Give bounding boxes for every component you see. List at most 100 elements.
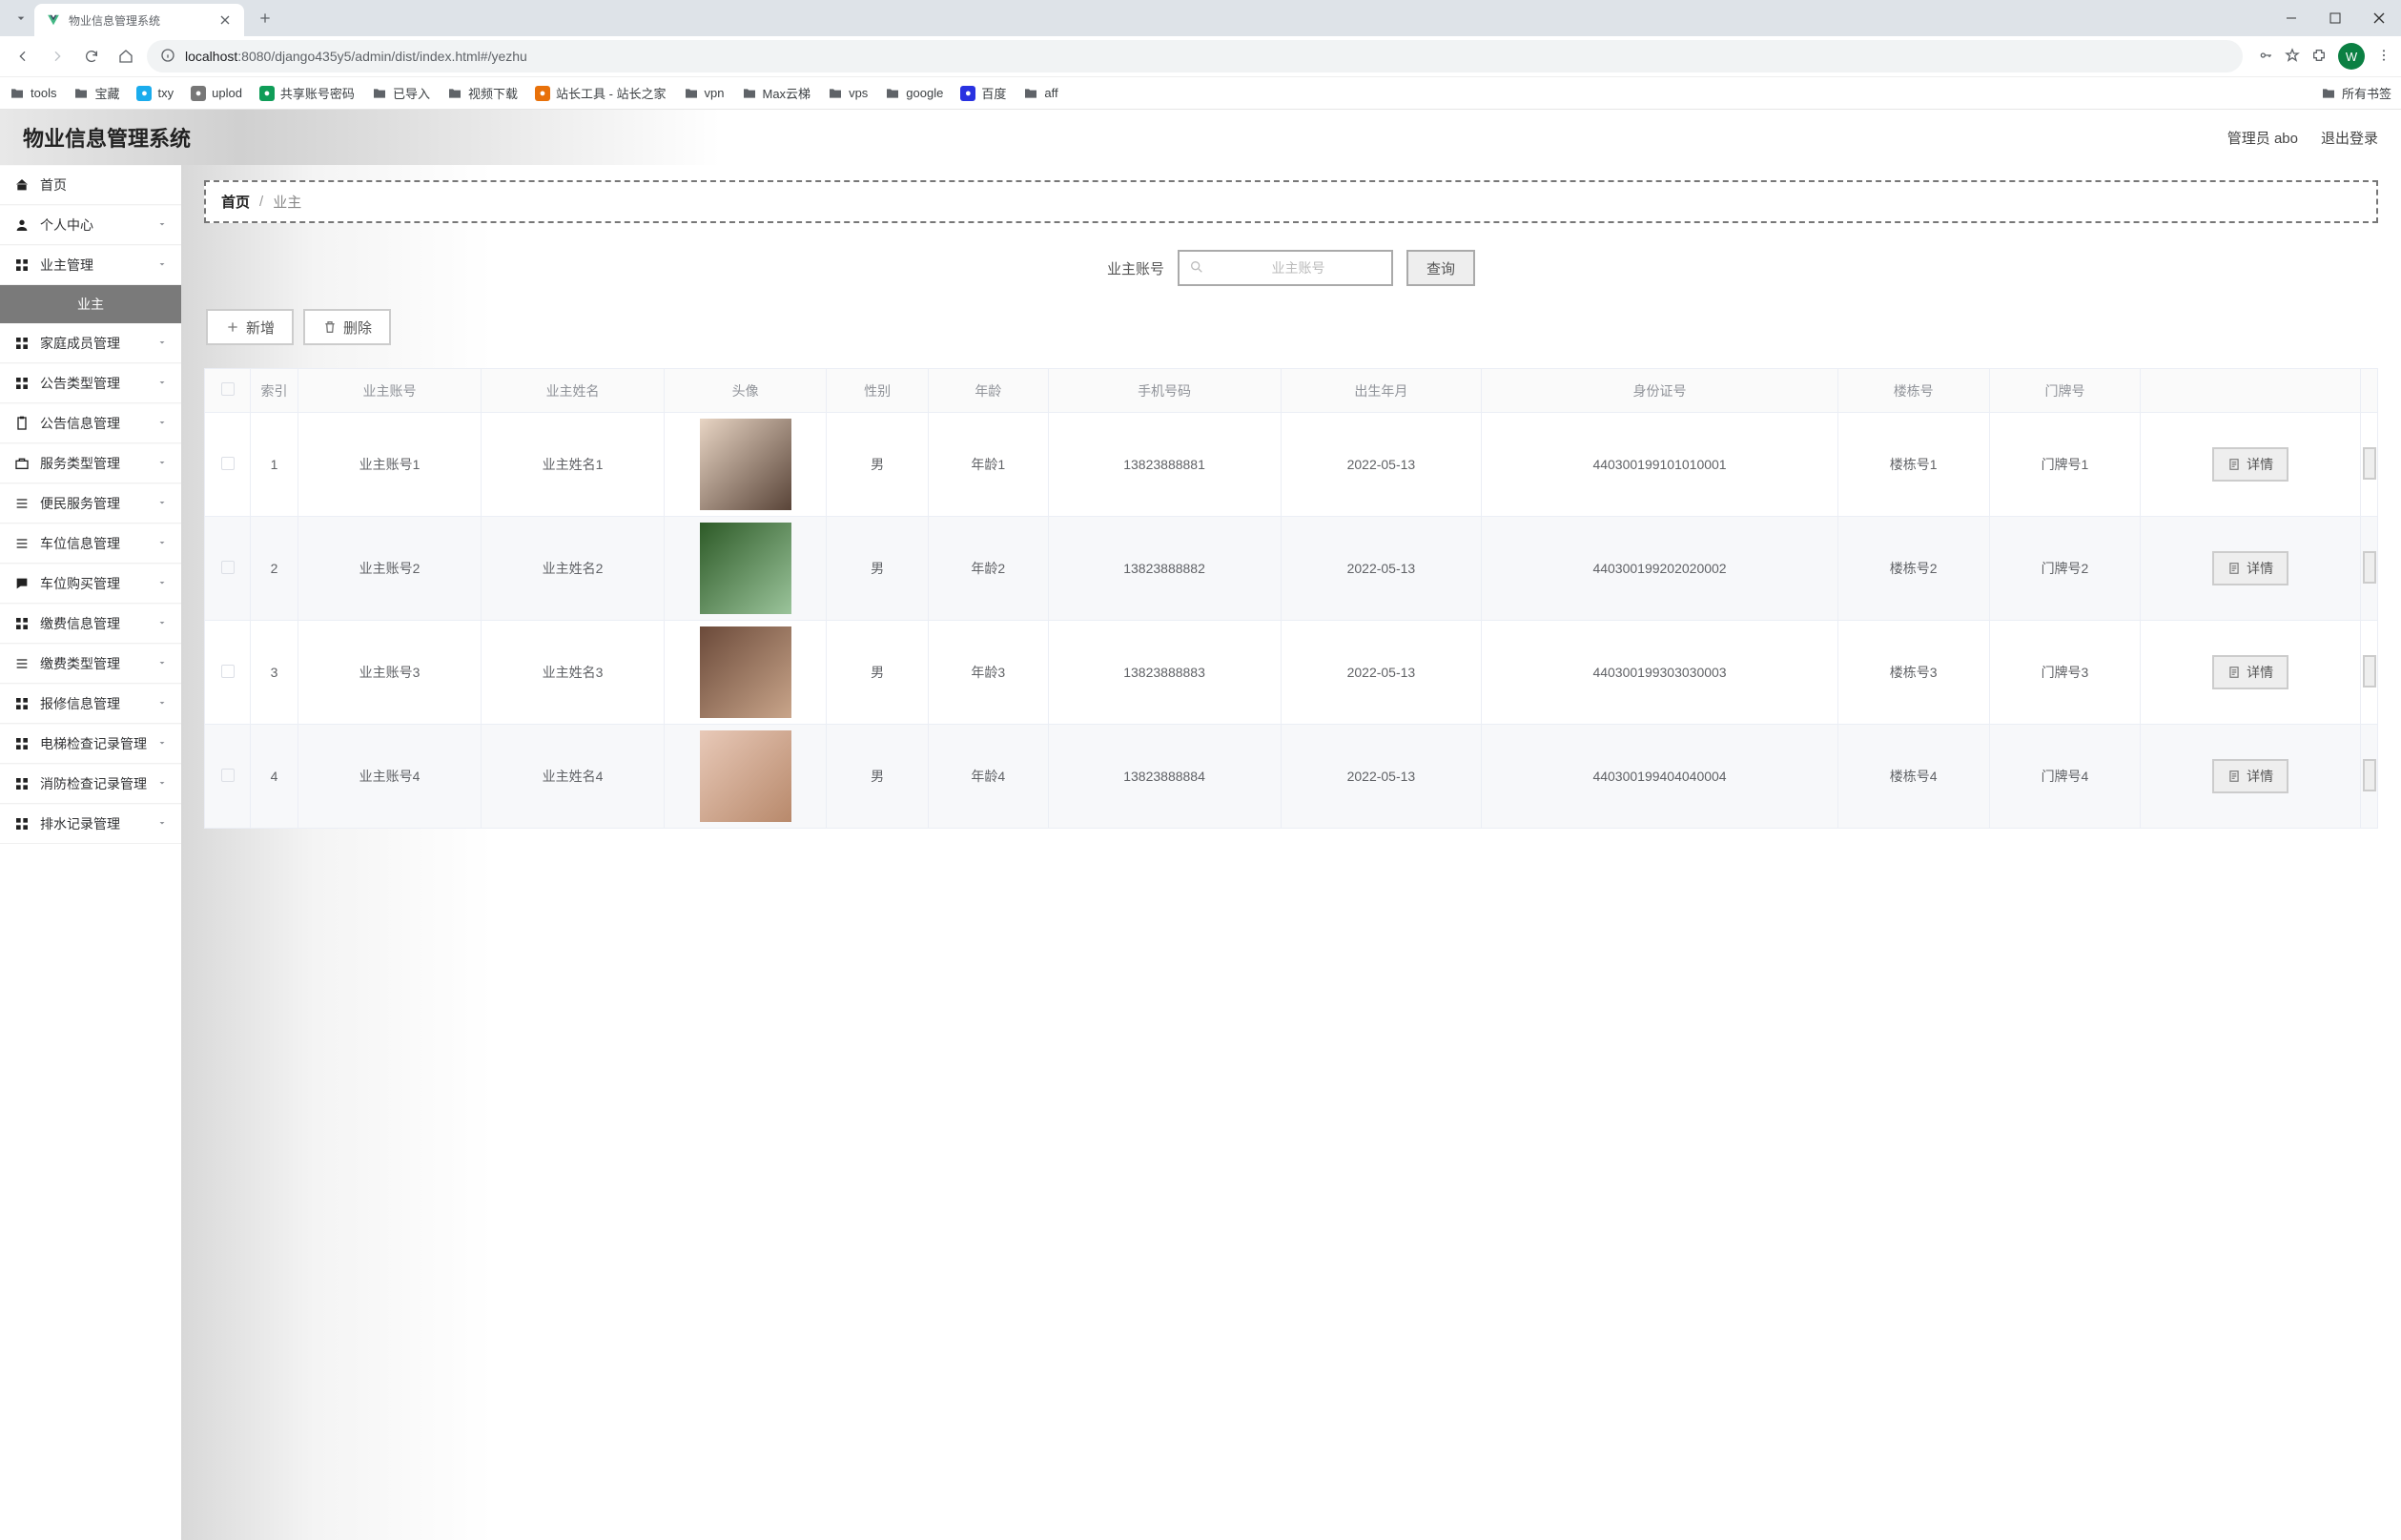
sidebar-item-label: 缴费信息管理 <box>40 614 120 633</box>
nav-forward-button[interactable] <box>44 43 71 70</box>
browser-tab-active[interactable]: 物业信息管理系统 <box>34 4 244 36</box>
row-checkbox[interactable] <box>221 665 235 678</box>
nav-back-button[interactable] <box>10 43 36 70</box>
bookmark-item[interactable]: tools <box>10 86 56 101</box>
bookmark-star-button[interactable] <box>2285 48 2300 66</box>
chevron-down-icon <box>156 816 168 832</box>
sidebar-item[interactable]: 车位购买管理 <box>0 564 181 604</box>
detail-button[interactable]: 详情 <box>2212 447 2288 482</box>
admin-label[interactable]: 管理员 abo <box>2227 128 2298 148</box>
profile-avatar[interactable]: W <box>2338 43 2365 70</box>
cell-name: 业主姓名4 <box>482 725 665 829</box>
maximize-button[interactable] <box>2313 0 2357 36</box>
bookmark-item[interactable]: google <box>885 86 943 101</box>
col-building: 楼栋号 <box>1837 369 1989 413</box>
bookmark-item[interactable]: vps <box>828 86 868 101</box>
bookmark-item[interactable]: ●uplod <box>191 86 242 101</box>
chevron-down-icon <box>156 336 168 351</box>
bookmark-item[interactable]: vpn <box>684 86 725 101</box>
delete-button[interactable]: 删除 <box>303 309 391 345</box>
cell-name: 业主姓名2 <box>482 517 665 621</box>
detail-button[interactable]: 详情 <box>2212 759 2288 793</box>
breadcrumb-home[interactable]: 首页 <box>221 192 250 212</box>
sidebar-item[interactable]: 报修信息管理 <box>0 684 181 724</box>
bookmark-item[interactable]: ●百度 <box>960 84 1006 102</box>
cell-door: 门牌号1 <box>1989 413 2141 517</box>
sidebar-item[interactable]: 缴费类型管理 <box>0 644 181 684</box>
all-bookmarks-button[interactable]: 所有书签 <box>2321 84 2391 102</box>
cell-gender: 男 <box>827 725 929 829</box>
sidebar-item-label: 车位购买管理 <box>40 574 120 593</box>
sidebar-item[interactable]: 公告类型管理 <box>0 363 181 403</box>
search-input[interactable] <box>1212 260 1385 276</box>
sidebar-item-label: 车位信息管理 <box>40 534 120 553</box>
logout-link[interactable]: 退出登录 <box>2321 128 2378 148</box>
arrow-right-icon <box>50 49 65 64</box>
bookmark-item[interactable]: Max云梯 <box>742 84 811 102</box>
bookmark-item[interactable]: ●站长工具 - 站长之家 <box>535 84 667 102</box>
new-tab-button[interactable] <box>252 5 278 31</box>
chevron-down-icon <box>156 416 168 431</box>
extra-action-button[interactable] <box>2363 759 2376 791</box>
sidebar-subitem-active[interactable]: 业主 <box>0 285 181 323</box>
col-gender: 性别 <box>827 369 929 413</box>
browser-menu-button[interactable] <box>2376 48 2391 66</box>
cell-idno: 440300199404040004 <box>1482 725 1838 829</box>
sidebar-item[interactable]: 车位信息管理 <box>0 524 181 564</box>
search-button[interactable]: 查询 <box>1406 250 1475 286</box>
chevron-down-icon <box>156 217 168 233</box>
extra-action-button[interactable] <box>2363 551 2376 584</box>
browser-chrome: 物业信息管理系统 localhost:8080/django435y5/admi… <box>0 0 2401 110</box>
grid-icon <box>13 376 31 391</box>
bookmark-item[interactable]: ●txy <box>136 86 174 101</box>
sidebar-item[interactable]: 电梯检查记录管理 <box>0 724 181 764</box>
detail-button[interactable]: 详情 <box>2212 551 2288 585</box>
user-icon <box>13 217 31 233</box>
folder-icon <box>828 86 843 101</box>
sidebar-item[interactable]: 家庭成员管理 <box>0 323 181 363</box>
detail-button[interactable]: 详情 <box>2212 655 2288 689</box>
nav-reload-button[interactable] <box>78 43 105 70</box>
sidebar-item[interactable]: 服务类型管理 <box>0 443 181 483</box>
bookmark-item[interactable]: 视频下载 <box>447 84 518 102</box>
breadcrumb-separator: / <box>259 194 263 210</box>
row-checkbox[interactable] <box>221 769 235 782</box>
table-row: 2业主账号2业主姓名2男年龄2138238888822022-05-134403… <box>205 517 2378 621</box>
sidebar-item-label: 便民服务管理 <box>40 494 120 513</box>
sidebar-item[interactable]: 消防检查记录管理 <box>0 764 181 804</box>
password-key-icon[interactable] <box>2258 48 2273 66</box>
bookmark-label: aff <box>1044 86 1057 100</box>
cell-door: 门牌号4 <box>1989 725 2141 829</box>
bookmark-item[interactable]: aff <box>1023 86 1057 101</box>
select-all-checkbox[interactable] <box>221 382 235 396</box>
sidebar-item[interactable]: 便民服务管理 <box>0 483 181 524</box>
row-checkbox[interactable] <box>221 457 235 470</box>
site-info-icon[interactable] <box>160 48 175 66</box>
document-icon <box>2227 770 2241 783</box>
sidebar-item[interactable]: 缴费信息管理 <box>0 604 181 644</box>
sidebar-item[interactable]: 排水记录管理 <box>0 804 181 844</box>
add-button[interactable]: 新增 <box>206 309 294 345</box>
sidebar-item[interactable]: 个人中心 <box>0 205 181 245</box>
row-checkbox[interactable] <box>221 561 235 574</box>
minimize-button[interactable] <box>2269 0 2313 36</box>
extra-action-button[interactable] <box>2363 447 2376 480</box>
extra-action-button[interactable] <box>2363 655 2376 688</box>
bookmark-item[interactable]: 已导入 <box>372 84 430 102</box>
col-age: 年龄 <box>929 369 1049 413</box>
sidebar-item[interactable]: 业主管理 <box>0 245 181 285</box>
sidebar-item[interactable]: 首页 <box>0 165 181 205</box>
sidebar-item[interactable]: 公告信息管理 <box>0 403 181 443</box>
url-bar[interactable]: localhost:8080/django435y5/admin/dist/in… <box>147 40 2243 72</box>
nav-home-button[interactable] <box>113 43 139 70</box>
folder-icon <box>447 86 462 101</box>
extensions-button[interactable] <box>2311 48 2327 66</box>
tab-close-button[interactable] <box>217 12 233 28</box>
cell-door: 门牌号2 <box>1989 517 2141 621</box>
folder-icon <box>1023 86 1038 101</box>
close-window-button[interactable] <box>2357 0 2401 36</box>
tab-search-dropdown[interactable] <box>8 5 34 31</box>
bookmark-item[interactable]: 宝藏 <box>73 84 119 102</box>
bookmark-item[interactable]: ●共享账号密码 <box>259 84 355 102</box>
app-title: 物业信息管理系统 <box>23 122 191 153</box>
